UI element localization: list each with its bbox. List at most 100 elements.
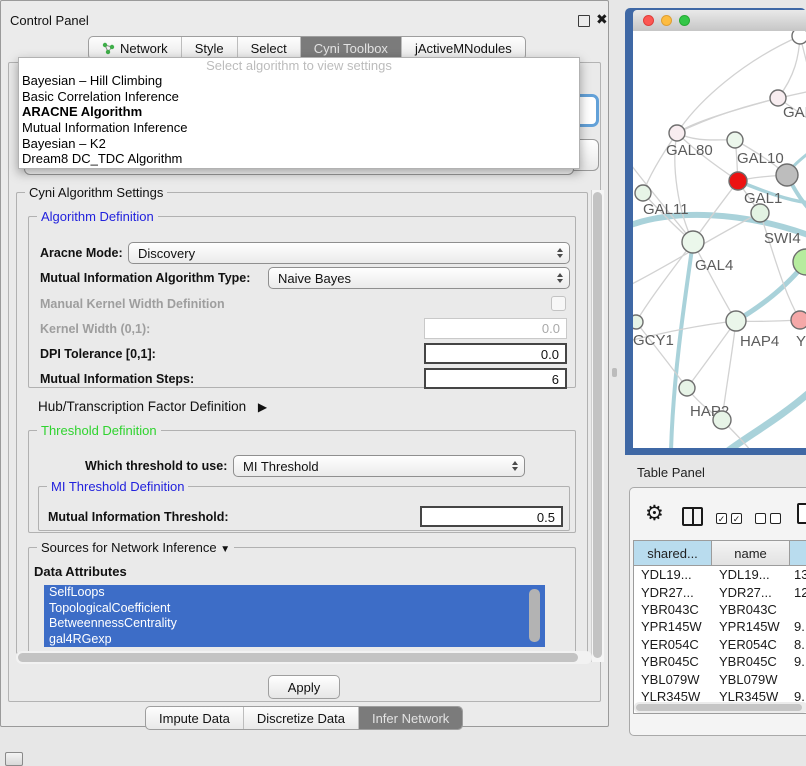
hub-section-label: Hub/Transcription Factor Definition [38, 399, 246, 414]
combobox-value: MI Threshold [243, 459, 319, 474]
tab-cyni-toolbox[interactable]: Cyni Toolbox [301, 37, 402, 59]
tab-label: Discretize Data [257, 711, 345, 726]
mi-steps-field[interactable]: 6 [424, 368, 567, 389]
network-node[interactable] [793, 249, 806, 275]
network-node-gal1[interactable] [729, 172, 747, 190]
apply-button[interactable]: Apply [268, 675, 340, 699]
network-node-gal11[interactable] [635, 185, 651, 201]
sources-section-toggle[interactable]: Sources for Network Inference ▼ [37, 540, 234, 555]
combobox-value: Naive Bayes [278, 271, 351, 286]
network-node-gcy1[interactable] [633, 315, 643, 329]
settings-horizontal-scrollbar-thumb[interactable] [18, 653, 578, 662]
tab-label: jActiveMNodules [415, 41, 512, 56]
network-node-gal80[interactable] [669, 125, 685, 141]
tab-select[interactable]: Select [238, 37, 301, 59]
aracne-mode-label: Aracne Mode: [40, 246, 123, 260]
network-node-hap2[interactable] [679, 380, 695, 396]
close-traffic-light[interactable] [643, 15, 654, 26]
table-horizontal-scrollbar-thumb[interactable] [636, 704, 802, 711]
checked-box-icon[interactable]: ✓ [731, 513, 742, 524]
tab-network[interactable]: Network [89, 37, 182, 59]
mi-algorithm-type-combobox[interactable]: Naive Bayes [268, 267, 570, 289]
minimize-traffic-light[interactable] [661, 15, 672, 26]
checked-box-icon[interactable]: ✓ [716, 513, 727, 524]
network-node-gal10[interactable] [727, 132, 743, 148]
table-cell: 9. [790, 619, 806, 634]
node-label: GAL10 [737, 150, 784, 167]
minimized-panel-icon[interactable] [5, 752, 23, 766]
tab-infer-network[interactable]: Infer Network [359, 707, 462, 729]
float-window-icon[interactable] [578, 15, 590, 27]
group-legend: Threshold Definition [37, 423, 161, 438]
node-label: GCY1 [633, 332, 674, 349]
aracne-mode-combobox[interactable]: Discovery [128, 242, 570, 264]
table-row[interactable]: YDL19...YDL19...13 [634, 566, 806, 583]
column-header-clipped[interactable] [790, 541, 806, 565]
network-node-gal4[interactable] [682, 231, 704, 253]
kernel-width-field[interactable]: 0.0 [424, 318, 567, 339]
table-cell: 9. [790, 654, 806, 669]
unchecked-box-icon[interactable] [770, 513, 781, 524]
network-node-y[interactable] [791, 311, 806, 329]
column-header-shared-name[interactable]: shared... [634, 541, 712, 565]
gear-icon[interactable]: ⚙ [645, 503, 664, 524]
which-threshold-combobox[interactable]: MI Threshold [233, 455, 525, 477]
network-icon [102, 42, 115, 55]
table-cell: YBR045C [634, 654, 712, 669]
network-node[interactable] [776, 164, 798, 186]
network-canvas[interactable]: GALGAL80GAL10GAL1GAL11SWI4GAL4GCY1HAP4YH… [633, 31, 806, 448]
network-node[interactable] [713, 411, 731, 429]
table-row[interactable]: YER054CYER054C8. [634, 636, 806, 653]
kernel-width-label: Kernel Width (0,1): [40, 322, 150, 336]
table-row[interactable]: YDR27...YDR27...12 [634, 583, 806, 600]
mi-threshold-field[interactable]: 0.5 [420, 506, 563, 527]
manual-kernel-checkbox[interactable] [551, 296, 566, 311]
network-node[interactable] [792, 31, 806, 44]
tab-impute-data[interactable]: Impute Data [146, 707, 244, 729]
tab-style[interactable]: Style [182, 37, 238, 59]
zoom-traffic-light[interactable] [679, 15, 690, 26]
attribute-item[interactable]: gal4RGexp [44, 632, 545, 648]
mi-steps-label: Mutual Information Steps: [40, 372, 194, 386]
tab-jactivemnodules[interactable]: jActiveMNodules [402, 37, 525, 59]
table-row[interactable]: YBR043CYBR043C [634, 601, 806, 618]
table-cell: 13 [790, 567, 806, 582]
split-columns-icon[interactable] [682, 507, 703, 526]
table-row[interactable]: YBR045CYBR045C9. [634, 653, 806, 670]
attribute-item[interactable]: TopologicalCoefficient [44, 601, 545, 617]
cyni-mode-tab-bar: Impute Data Discretize Data Infer Networ… [145, 706, 463, 730]
group-legend: Cyni Algorithm Settings [25, 185, 167, 200]
table-cell: YER054C [712, 637, 790, 652]
split-pane-handle[interactable] [612, 368, 617, 377]
table-body: YDL19...YDL19...13YDR27...YDR27...12YBR0… [634, 566, 806, 714]
tab-label: Impute Data [159, 711, 230, 726]
unchecked-box-icon[interactable] [755, 513, 766, 524]
network-node-swi4[interactable] [751, 204, 769, 222]
network-window-titlebar[interactable] [633, 10, 806, 32]
page-icon[interactable] [797, 503, 806, 524]
table-row[interactable]: YPR145WYPR145W9. [634, 618, 806, 635]
mi-threshold-label: Mutual Information Threshold: [48, 510, 229, 524]
table-cell: 12 [790, 585, 806, 600]
algorithm-option[interactable]: Dream8 DC_TDC Algorithm [19, 151, 579, 167]
dpi-tolerance-field[interactable]: 0.0 [424, 343, 567, 364]
attribute-item[interactable]: BetweennessCentrality [44, 616, 545, 632]
attributes-scrollbar-thumb[interactable] [529, 589, 540, 642]
algorithm-option[interactable]: Bayesian – Hill Climbing [19, 73, 579, 89]
network-graph: GALGAL80GAL10GAL1GAL11SWI4GAL4GCY1HAP4YH… [633, 31, 806, 448]
algorithm-option[interactable]: Bayesian – K2 [19, 136, 579, 152]
settings-vertical-scrollbar-thumb[interactable] [593, 192, 602, 658]
table-row[interactable]: YBL079WYBL079W [634, 670, 806, 687]
node-label: SWI4 [764, 230, 801, 247]
algorithm-option[interactable]: Mutual Information Inference [19, 120, 579, 136]
table-cell: YPR145W [712, 619, 790, 634]
network-node-hap4[interactable] [726, 311, 746, 331]
tab-discretize-data[interactable]: Discretize Data [244, 707, 359, 729]
hub-section-toggle[interactable]: Hub/Transcription Factor Definition ▶ [38, 399, 267, 414]
column-header-name[interactable]: name [712, 541, 790, 565]
algorithm-option[interactable]: ARACNE Algorithm [19, 104, 579, 120]
close-icon[interactable]: ✖ [596, 11, 608, 28]
attribute-item[interactable]: SelfLoops [44, 585, 545, 601]
algorithm-option[interactable]: Basic Correlation Inference [19, 89, 579, 105]
node-table: shared... name YDL19...YDL19...13YDR27..… [633, 540, 806, 714]
